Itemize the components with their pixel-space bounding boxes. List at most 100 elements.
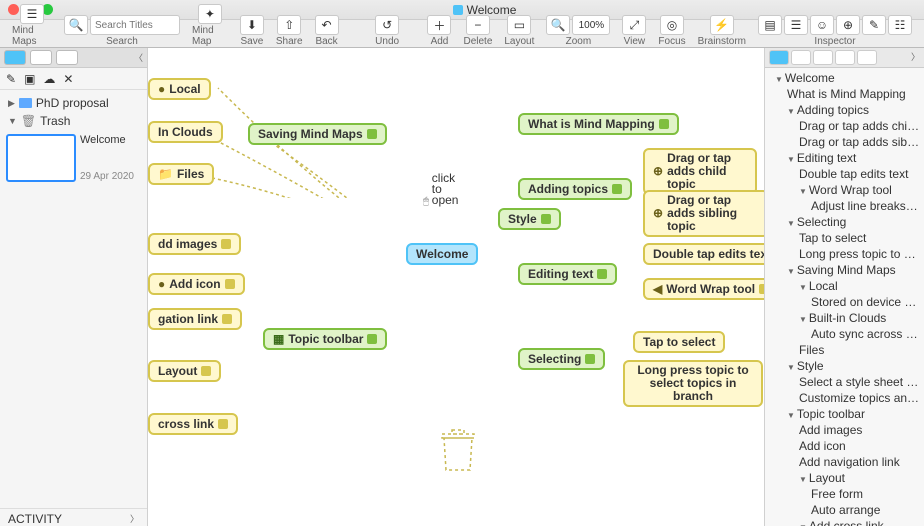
outline-item[interactable]: Customize topics and lines — [765, 390, 924, 406]
insp-icon1[interactable]: ▤ — [758, 15, 782, 35]
outline-tree[interactable]: ▼WelcomeWhat is Mind Mapping▼Adding topi… — [765, 68, 924, 526]
outline-item[interactable]: Tap to select — [765, 230, 924, 246]
sidebar-tab-files[interactable] — [56, 50, 78, 65]
tree-item-folder[interactable]: ▶PhD proposal — [0, 94, 147, 112]
brainstorm-icon[interactable]: ⚡ — [710, 15, 734, 35]
outline-item[interactable]: Drag or tap adds sibling to... — [765, 134, 924, 150]
node-local[interactable]: ● Local — [148, 78, 211, 100]
outline-item[interactable]: Drag or tap adds child topic — [765, 118, 924, 134]
mindmap-canvas[interactable]: Welcome What is Mind Mapping Adding topi… — [148, 48, 764, 526]
outline-item[interactable]: Stored on device only — [765, 294, 924, 310]
search-input[interactable] — [90, 15, 180, 35]
node-editing[interactable]: Editing text — [518, 263, 617, 285]
toolbar-layout[interactable]: ▭Layout — [504, 15, 534, 47]
insp-icon6[interactable]: ☷ — [888, 15, 912, 35]
insp-icon2[interactable]: ☰ — [784, 15, 808, 35]
outline-item[interactable]: ▼Add cross link — [765, 518, 924, 526]
toolbar-add[interactable]: ＋Add — [427, 15, 451, 47]
node-saving[interactable]: Saving Mind Maps — [248, 123, 387, 145]
cloud-sync-icon[interactable]: ☁ — [43, 72, 55, 86]
toolbar-share[interactable]: ⇧Share — [276, 15, 303, 47]
focus-icon[interactable]: ◎ — [660, 15, 684, 35]
delete-icon[interactable]: − — [466, 15, 490, 35]
zoom-value[interactable]: 100% — [572, 15, 610, 35]
sidebar-tab-local[interactable] — [4, 50, 26, 65]
back-icon[interactable]: ↶ — [315, 15, 339, 35]
view-icon[interactable]: ⤢ — [622, 15, 646, 35]
node-clouds[interactable]: In Clouds — [148, 121, 223, 143]
save-icon[interactable]: ⬇ — [240, 15, 264, 35]
doc-thumbnail-row[interactable]: Welcome 29 Apr 2020 — [0, 132, 147, 184]
undo-icon[interactable]: ↺ — [375, 15, 399, 35]
layout-icon[interactable]: ▭ — [507, 15, 531, 35]
outline-item[interactable]: Adjust line breaks and... — [765, 198, 924, 214]
outline-item[interactable]: ▼Selecting — [765, 214, 924, 230]
outline-item[interactable]: Add images — [765, 422, 924, 438]
outline-item[interactable]: Files — [765, 342, 924, 358]
share-icon[interactable]: ⇧ — [277, 15, 301, 35]
mindmap-icon[interactable]: ✦ — [198, 4, 222, 24]
node-dbltap[interactable]: Double tap edits text — [643, 243, 764, 265]
outline-item[interactable]: Add icon — [765, 438, 924, 454]
outline-item[interactable]: ▼Topic toolbar — [765, 406, 924, 422]
insp-icon4[interactable]: ⊕ — [836, 15, 860, 35]
outline-item[interactable]: ▼Local — [765, 278, 924, 294]
node-topic-toolbar[interactable]: ▦ Topic toolbar — [263, 328, 387, 350]
sidebar-tab-cloud[interactable] — [30, 50, 52, 65]
node-root[interactable]: Welcome — [406, 243, 478, 265]
inspector-tab-4[interactable] — [835, 50, 855, 65]
sidebar-collapse-icon[interactable]: 〈 — [134, 51, 143, 64]
outline-item[interactable]: ▼Saving Mind Maps — [765, 262, 924, 278]
toolbar-zoom[interactable]: 🔍100%Zoom — [546, 15, 610, 47]
inspector-collapse-icon[interactable]: 〉 — [911, 50, 920, 65]
delete-icon[interactable]: ✕ — [63, 72, 73, 86]
outline-item[interactable]: ▼Adding topics — [765, 102, 924, 118]
node-tap-select[interactable]: Tap to select — [633, 331, 725, 353]
toolbar-delete[interactable]: −Delete — [463, 15, 492, 47]
new-doc-icon[interactable]: ✎ — [6, 72, 16, 86]
doc-thumbnail[interactable] — [6, 134, 76, 182]
toolbar-focus[interactable]: ◎Focus — [658, 15, 685, 47]
outline-item[interactable]: Select a style sheet for th... — [765, 374, 924, 390]
toolbar-view[interactable]: ⤢View — [622, 15, 646, 47]
toolbar-inspector[interactable]: ▤☰☺⊕✎☷ Inspector — [758, 15, 912, 47]
outline-item[interactable]: Long press topic to select... — [765, 246, 924, 262]
canvas-trash-icon[interactable] — [438, 428, 478, 475]
zoom-search-icon[interactable]: 🔍 — [546, 15, 570, 35]
tree-item-trash[interactable]: ▼🗑Trash — [0, 112, 147, 130]
toolbar-search[interactable]: 🔍 Search — [64, 15, 180, 47]
node-long-press[interactable]: Long press topic to select topics in bra… — [623, 360, 763, 407]
new-folder-icon[interactable]: ▣ — [24, 72, 35, 86]
toolbar-mindmap[interactable]: ✦Mind Map — [192, 4, 228, 47]
inspector-tab-5[interactable] — [857, 50, 877, 65]
node-selecting[interactable]: Selecting — [518, 348, 605, 370]
outline-item[interactable]: ▼Layout — [765, 470, 924, 486]
insp-icon5[interactable]: ✎ — [862, 15, 886, 35]
toolbar-mindmaps[interactable]: ☰ Mind Maps — [12, 4, 52, 47]
activity-bar[interactable]: ACTIVITY〉 — [0, 508, 147, 526]
node-adding[interactable]: Adding topics — [518, 178, 632, 200]
toolbar-brainstorm[interactable]: ⚡Brainstorm — [698, 15, 746, 47]
node-layout[interactable]: Layout — [148, 360, 221, 382]
outline-item[interactable]: ▼Editing text — [765, 150, 924, 166]
outline-item[interactable]: ▼Welcome — [765, 70, 924, 86]
insp-icon3[interactable]: ☺ — [810, 15, 834, 35]
outline-item[interactable]: ▼Style — [765, 358, 924, 374]
outline-item[interactable]: Add navigation link — [765, 454, 924, 470]
toolbar-back[interactable]: ↶Back — [315, 15, 339, 47]
outline-item[interactable]: ▼Built-in Clouds — [765, 310, 924, 326]
node-style[interactable]: Style — [498, 208, 561, 230]
node-drag-child[interactable]: ⊕ Drag or tap adds child topic — [643, 148, 757, 195]
outline-item[interactable]: What is Mind Mapping — [765, 86, 924, 102]
node-what[interactable]: What is Mind Mapping — [518, 113, 679, 135]
inspector-tab-3[interactable] — [813, 50, 833, 65]
outline-item[interactable]: Auto sync across devices — [765, 326, 924, 342]
node-wrap[interactable]: ◀ Word Wrap tool — [643, 278, 764, 300]
node-cross-link[interactable]: cross link — [148, 413, 238, 435]
inspector-tab-outline[interactable] — [769, 50, 789, 65]
inspector-tab-2[interactable] — [791, 50, 811, 65]
add-icon[interactable]: ＋ — [427, 15, 451, 35]
node-add-images[interactable]: dd images — [148, 233, 241, 255]
mindmaps-icon[interactable]: ☰ — [20, 4, 44, 24]
toolbar-save[interactable]: ⬇Save — [240, 15, 264, 47]
